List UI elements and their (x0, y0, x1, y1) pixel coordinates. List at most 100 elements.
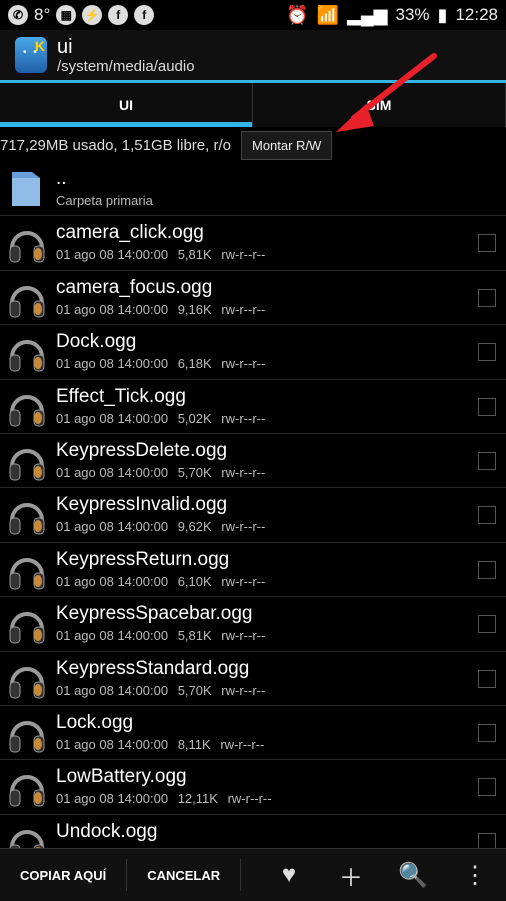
folder-path: /system/media/audio (57, 57, 195, 75)
battery-percent: 33% (395, 5, 430, 24)
file-size: 6,10K (177, 573, 212, 589)
file-checkbox[interactable] (478, 397, 496, 416)
clock: 12:28 (455, 5, 498, 24)
file-row[interactable]: KeypressInvalid.ogg 01 ago 08 14:00:00 9… (0, 488, 506, 543)
headphones-icon (9, 775, 45, 807)
file-name: camera_click.ogg (56, 222, 204, 244)
file-name: KeypressReturn.ogg (56, 548, 230, 570)
calendar-icon: ▦ (56, 5, 77, 25)
mount-rw-button[interactable]: Montar R/W (240, 130, 333, 160)
file-row[interactable]: Effect_Tick.ogg 01 ago 08 14:00:00 5,02K… (0, 380, 506, 434)
file-size: 9,62K (177, 519, 212, 535)
file-size: 5,70K (177, 682, 212, 698)
storage-info: 717,29MB usado, 1,51GB libre, r/o Montar… (0, 130, 506, 160)
file-checkbox[interactable] (478, 723, 496, 742)
file-list: .. Carpeta primaria camera_click.ogg 01 … (0, 162, 506, 848)
temperature-text: 8° (34, 5, 51, 24)
file-name: KeypressStandard.ogg (56, 657, 250, 679)
file-meta: 01 ago 08 14:00:00 9,62K rw-r--r-- (56, 519, 271, 534)
file-row[interactable]: LowBattery.ogg 01 ago 08 14:00:00 12,11K… (0, 760, 506, 815)
file-size: 5,81K (177, 628, 212, 644)
file-row[interactable]: Undock.ogg (0, 815, 506, 848)
folder-label: Carpeta primaria (56, 193, 153, 208)
file-permissions: rw-r--r-- (221, 628, 266, 644)
file-row[interactable]: KeypressSpacebar.ogg 01 ago 08 14:00:00 … (0, 597, 506, 652)
file-checkbox[interactable] (478, 560, 496, 579)
file-name: camera_focus.ogg (56, 276, 213, 298)
parent-folder-row[interactable]: .. Carpeta primaria (0, 162, 506, 217)
file-rows: camera_click.ogg 01 ago 08 14:00:00 5,81… (0, 216, 506, 848)
file-row[interactable]: camera_click.ogg 01 ago 08 14:00:00 5,81… (0, 216, 506, 271)
file-date: 01 ago 08 14:00:00 (56, 464, 169, 480)
plus-icon[interactable]: ＋ (320, 855, 382, 895)
app-icon-badge: K (34, 38, 45, 54)
file-meta: 01 ago 08 14:00:00 5,70K rw-r--r-- (56, 465, 271, 480)
file-meta: 01 ago 08 14:00:00 5,02K rw-r--r-- (56, 411, 271, 426)
file-checkbox[interactable] (478, 506, 496, 525)
battery-icon: ▮ (437, 4, 448, 25)
file-row[interactable]: KeypressReturn.ogg 01 ago 08 14:00:00 6,… (0, 543, 506, 598)
file-permissions: rw-r--r-- (221, 682, 266, 698)
tab-ui[interactable]: UI (0, 83, 253, 127)
file-name: LowBattery.ogg (56, 766, 187, 788)
headphones-icon (9, 666, 45, 699)
file-row[interactable]: KeypressStandard.ogg 01 ago 08 14:00:00 … (0, 652, 506, 706)
file-row[interactable]: Dock.ogg 01 ago 08 14:00:00 6,18K rw-r--… (0, 325, 506, 380)
folder-icon (12, 172, 40, 206)
search-icon[interactable]: 🔍 (382, 855, 444, 895)
file-row[interactable]: camera_focus.ogg 01 ago 08 14:00:00 9,16… (0, 271, 506, 326)
file-size: 9,16K (177, 301, 212, 317)
app-icon[interactable]: • • K (15, 37, 47, 73)
file-checkbox[interactable] (478, 288, 496, 307)
file-permissions: rw-r--r-- (221, 519, 266, 535)
file-name: KeypressSpacebar.ogg (56, 603, 253, 625)
file-date: 01 ago 08 14:00:00 (56, 356, 169, 372)
headphones-icon (9, 340, 45, 372)
headphones-icon (9, 612, 45, 644)
file-date: 01 ago 08 14:00:00 (56, 628, 169, 644)
status-bar: ✆ 8° ▦ ⚡ f f ⏰ 📶 ▂▄▆ 33% ▮ 12:28 (0, 0, 506, 30)
file-name: KeypressInvalid.ogg (56, 494, 228, 516)
file-permissions: rw-r--r-- (221, 247, 266, 263)
header-titles: ui /system/media/audio (57, 36, 195, 75)
file-checkbox[interactable] (478, 669, 496, 688)
file-permissions: rw-r--r-- (221, 410, 266, 426)
file-checkbox[interactable] (478, 234, 496, 253)
tab-sim[interactable]: SIM (253, 83, 506, 127)
file-meta: 01 ago 08 14:00:00 5,81K rw-r--r-- (56, 247, 271, 262)
headphones-icon (9, 394, 45, 427)
status-bar-left: ✆ 8° ▦ ⚡ f f (0, 5, 155, 25)
file-name: Dock.ogg (56, 331, 137, 353)
overflow-menu-icon[interactable]: ⋮ (444, 855, 506, 895)
file-row[interactable]: KeypressDelete.ogg 01 ago 08 14:00:00 5,… (0, 434, 506, 489)
file-checkbox[interactable] (478, 451, 496, 470)
folder-name: .. (56, 168, 67, 189)
wifi-icon: 📶 (316, 4, 340, 25)
file-size: 5,02K (177, 410, 212, 426)
file-date: 01 ago 08 14:00:00 (56, 573, 169, 589)
action-bar: • • K ui /system/media/audio (0, 30, 506, 83)
file-date: 01 ago 08 14:00:00 (56, 247, 169, 263)
heart-icon[interactable]: ♥ (258, 855, 320, 895)
file-size: 6,18K (177, 356, 212, 372)
copy-here-button[interactable]: COPIAR AQUÍ (0, 859, 128, 891)
file-checkbox[interactable] (478, 343, 496, 362)
bottom-action-bar: COPIAR AQUÍ CANCELAR ♥ ＋ 🔍 ⋮ (0, 848, 506, 901)
file-row[interactable]: Lock.ogg 01 ago 08 14:00:00 8,11K rw-r--… (0, 706, 506, 761)
facebook-icon: f (108, 5, 129, 25)
file-permissions: rw-r--r-- (220, 736, 265, 752)
file-size: 5,81K (177, 247, 212, 263)
cancel-button[interactable]: CANCELAR (127, 859, 242, 891)
file-name: Lock.ogg (56, 711, 134, 733)
headphones-icon (9, 285, 45, 318)
file-checkbox[interactable] (478, 615, 496, 634)
headphones-icon (9, 231, 45, 263)
file-checkbox[interactable] (478, 832, 496, 848)
file-meta: 01 ago 08 14:00:00 8,11K rw-r--r-- (56, 737, 270, 752)
status-bar-right: ⏰ 📶 ▂▄▆ 33% ▮ 12:28 (286, 5, 506, 26)
bottom-icons: ♥ ＋ 🔍 ⋮ (258, 855, 506, 895)
file-size: 5,70K (177, 464, 212, 480)
file-checkbox[interactable] (478, 778, 496, 797)
file-date: 01 ago 08 14:00:00 (56, 682, 169, 698)
messenger-icon: ⚡ (82, 5, 103, 25)
